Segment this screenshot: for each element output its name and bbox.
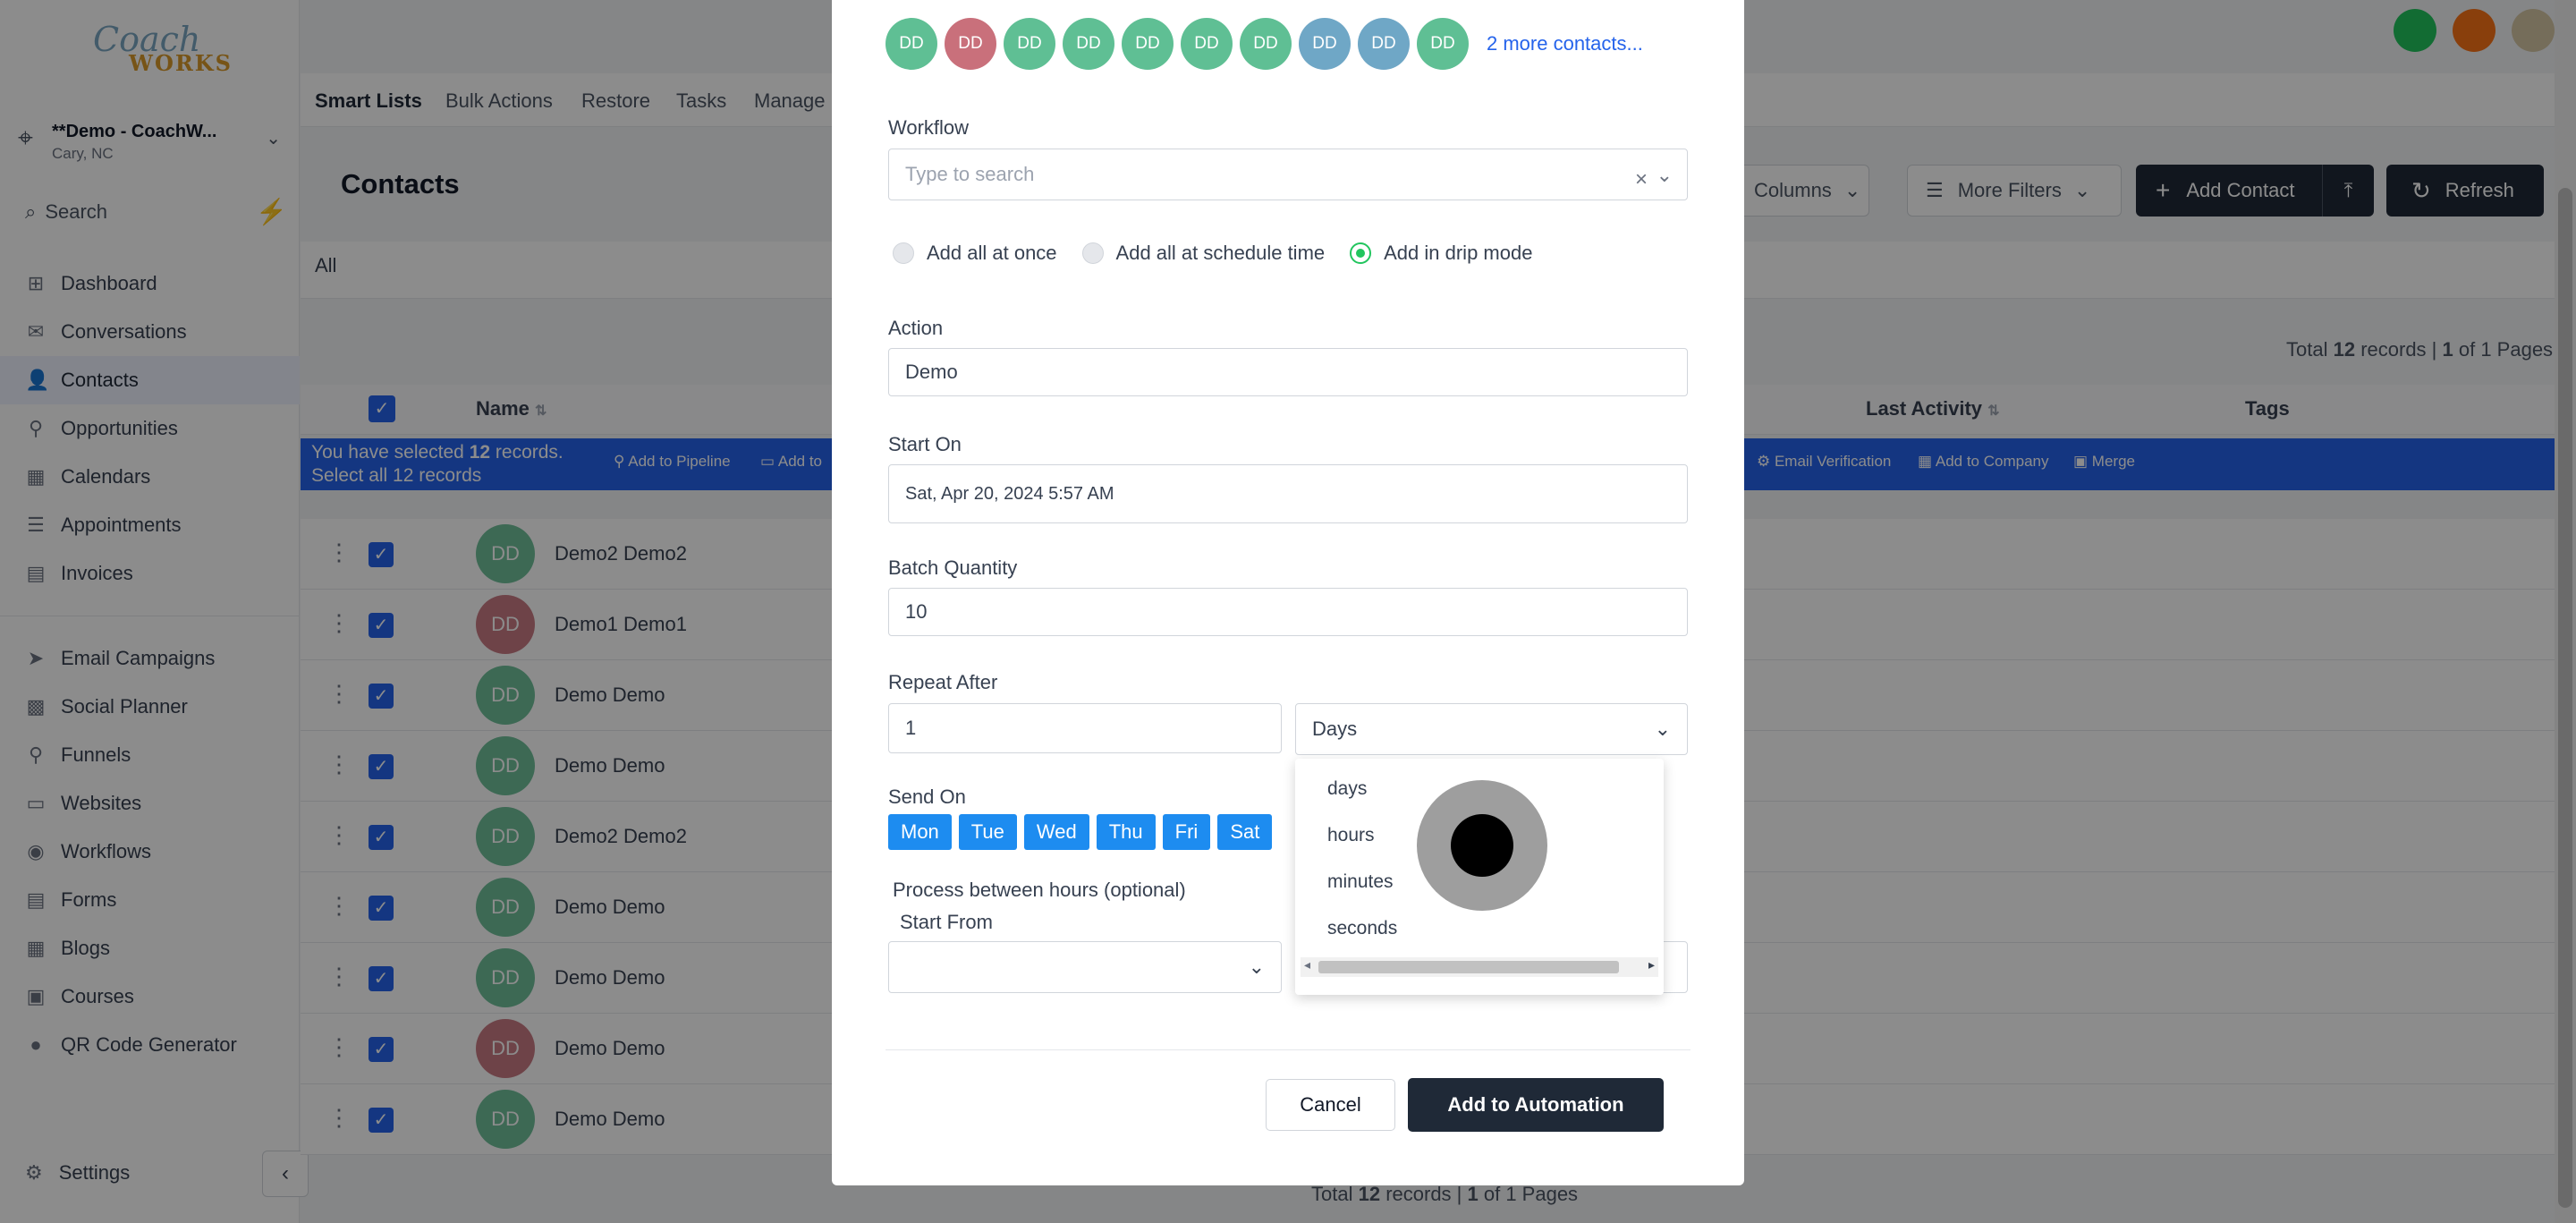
action-label: Action (888, 317, 944, 339)
avatar: DD (1181, 18, 1233, 70)
avatar: DD (1417, 18, 1469, 70)
option-hours[interactable]: hours (1327, 825, 1375, 846)
radio-add-in-drip-mode[interactable]: Add in drip mode (1350, 242, 1532, 265)
process-between-hours-label: Process between hours (optional) (893, 879, 1186, 901)
repeat-after-label: Repeat After (888, 671, 998, 693)
day-fri[interactable]: Fri (1162, 814, 1211, 850)
day-sat[interactable]: Sat (1217, 814, 1273, 850)
day-wed[interactable]: Wed (1023, 814, 1089, 850)
selected-contacts-avatars: DD DD DD DD DD DD DD DD DD DD 2 more contacts... (886, 18, 1643, 70)
avatar: DD (1004, 18, 1055, 70)
modal-footer-divider (886, 1049, 1690, 1050)
chevron-down-icon: ⌄ (1248, 955, 1265, 978)
avatar: DD (945, 18, 996, 70)
option-minutes[interactable]: minutes (1327, 871, 1394, 893)
day-tue[interactable]: Tue (958, 814, 1017, 850)
avatar: DD (1063, 18, 1114, 70)
scroll-right-icon[interactable]: ▸ (1648, 957, 1655, 972)
avatar: DD (1358, 18, 1410, 70)
clear-icon[interactable]: × (1635, 167, 1648, 192)
option-seconds[interactable]: seconds (1327, 918, 1397, 939)
radio-add-all-at-once[interactable]: Add all at once (893, 242, 1057, 265)
start-on-datetime-input[interactable]: Sat, Apr 20, 2024 5:57 AM (888, 464, 1688, 523)
chevron-down-icon[interactable]: ⌄ (1657, 164, 1673, 187)
day-thu[interactable]: Thu (1096, 814, 1156, 850)
dropdown-horizontal-scrollbar[interactable]: ◂ ▸ (1301, 957, 1658, 977)
start-from-label: Start From (900, 911, 993, 933)
cancel-button[interactable]: Cancel (1266, 1079, 1395, 1131)
more-contacts-link[interactable]: 2 more contacts... (1487, 32, 1643, 55)
add-to-workflow-modal: DD DD DD DD DD DD DD DD DD DD 2 more contacts... W… (832, 0, 1744, 1185)
click-indicator (1417, 780, 1547, 911)
avatar: DD (886, 18, 937, 70)
avatar: DD (1240, 18, 1292, 70)
action-input[interactable]: Demo (888, 348, 1688, 396)
scrollbar-thumb[interactable] (1318, 961, 1619, 973)
add-mode-radio-group: Add all at once Add all at schedule time… (893, 242, 1557, 265)
avatar: DD (1299, 18, 1351, 70)
send-on-label: Send On (888, 786, 966, 808)
scroll-left-icon[interactable]: ◂ (1304, 957, 1310, 972)
start-on-label: Start On (888, 433, 962, 455)
send-on-days: Mon Tue Wed Thu Fri Sat (888, 814, 1279, 850)
chevron-down-icon: ⌄ (1654, 718, 1671, 740)
add-to-automation-button[interactable]: Add to Automation (1408, 1078, 1664, 1132)
repeat-after-input[interactable]: 1 (888, 703, 1282, 753)
workflow-label: Workflow (888, 116, 970, 139)
avatar: DD (1122, 18, 1174, 70)
day-mon[interactable]: Mon (888, 814, 952, 850)
batch-quantity-label: Batch Quantity (888, 556, 1018, 579)
option-days[interactable]: days (1327, 778, 1367, 800)
workflow-search-input[interactable]: Type to search × ⌄ (888, 149, 1688, 200)
repeat-unit-select[interactable]: Days ⌄ (1295, 703, 1688, 755)
start-from-select[interactable]: ⌄ (888, 941, 1282, 993)
radio-add-all-at-schedule-time[interactable]: Add all at schedule time (1081, 242, 1325, 265)
batch-quantity-input[interactable]: 10 (888, 588, 1688, 636)
